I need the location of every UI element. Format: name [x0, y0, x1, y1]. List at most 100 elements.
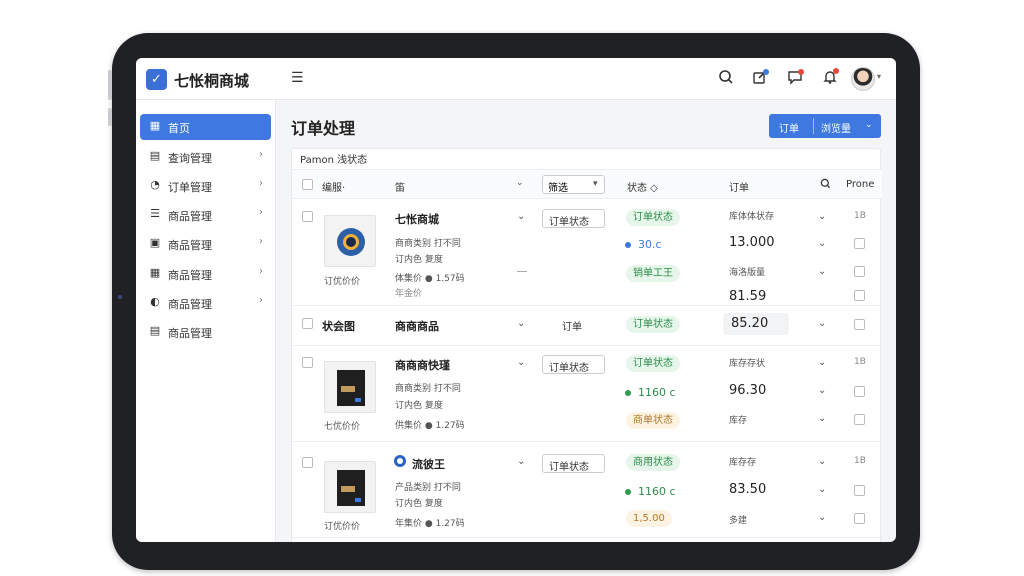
- sidebar-item-label: 商品管理: [168, 239, 212, 252]
- row-checkbox[interactable]: [854, 513, 865, 524]
- power-icon: ◐: [150, 295, 160, 308]
- chevron-down-icon[interactable]: ⌄: [517, 357, 525, 368]
- row-checkbox[interactable]: [854, 414, 865, 425]
- sidebar-item-query[interactable]: ▤ 查询管理 ›: [140, 144, 271, 170]
- bell-badge: [833, 68, 839, 74]
- chevron-down-icon[interactable]: ⌄: [818, 211, 826, 222]
- chevron-down-icon[interactable]: ⌄: [517, 456, 525, 467]
- product-thumbnail[interactable]: [324, 361, 376, 413]
- chevron-down-icon[interactable]: ⌄: [865, 120, 873, 130]
- status-badge: 订单状态: [626, 355, 680, 372]
- document-icon: ▤: [149, 324, 161, 337]
- select-all-checkbox[interactable]: [302, 179, 313, 190]
- order-status-dropdown[interactable]: 订单状态: [542, 209, 605, 228]
- product-name[interactable]: 流彼王: [412, 456, 445, 472]
- avatar-chevron-down-icon[interactable]: ▾: [877, 72, 881, 81]
- chevron-down-icon[interactable]: ⌄: [818, 456, 826, 467]
- thumbnail-caption: 订优价价: [324, 277, 361, 287]
- status-badge: 1,5.00: [626, 510, 672, 527]
- product-meta: 供集价 ● 1.27码: [395, 421, 465, 431]
- status-value: 1160 c: [638, 485, 676, 498]
- stock-label: 库体体状存: [729, 212, 775, 222]
- product-meta: 体集价 ● 1.57码: [395, 274, 465, 284]
- order-status-dropdown[interactable]: 订单状态: [542, 355, 605, 374]
- product-desc: 产品类别 打不同: [395, 483, 461, 493]
- phone-column-header[interactable]: Prone: [846, 179, 874, 190]
- top-header: ✓ 七怅桐商城 ☰ ▾: [136, 58, 896, 100]
- status-column-header[interactable]: 状态 ◇: [627, 179, 658, 194]
- chevron-down-icon[interactable]: ⌄: [818, 512, 826, 523]
- status-dot: [625, 390, 631, 396]
- row-checkbox[interactable]: [854, 238, 865, 249]
- chevron-down-icon[interactable]: ⌄: [818, 484, 826, 495]
- chevron-down-icon[interactable]: ⌄: [818, 385, 826, 396]
- sidebar-item-products-4[interactable]: ◐ 商品管理 ›: [140, 290, 271, 316]
- status-badge: 订单状态: [626, 316, 680, 333]
- chevron-right-icon: ›: [259, 207, 263, 218]
- grid-icon: ▤: [149, 149, 161, 162]
- product-name[interactable]: 七怅商城: [395, 211, 439, 227]
- orders-table: Pamon 浅状态 编服· 笛 ⌄ 筛选 ▾ 状态 ◇ 订单 Prone 订优价…: [291, 148, 882, 542]
- page-title: 订单处理: [291, 119, 356, 138]
- stock-label: 海洛版量: [729, 268, 766, 278]
- clock-icon: ◔: [150, 178, 160, 191]
- user-avatar[interactable]: [851, 67, 875, 91]
- order-amount: 96.30: [729, 383, 767, 398]
- column-header[interactable]: 编服·: [322, 179, 345, 194]
- search-icon[interactable]: [717, 69, 735, 87]
- row-checkbox[interactable]: [854, 319, 865, 330]
- chevron-down-icon[interactable]: ⌄: [516, 178, 524, 188]
- row-checkbox[interactable]: [302, 318, 313, 329]
- order-column-header[interactable]: 订单: [729, 179, 749, 194]
- row-checkbox[interactable]: [302, 357, 313, 368]
- sidebar: ▦ 首页 ▤ 查询管理 › ◔ 订单管理 › ☰ 商品管理 › ▣ 商品管理 ›…: [136, 100, 276, 542]
- chevron-down-icon: ▾: [593, 179, 598, 189]
- message-badge: [798, 69, 804, 75]
- chevron-right-icon: ›: [259, 178, 263, 189]
- row-checkbox[interactable]: [302, 457, 313, 468]
- dropdown-value: 订单状态: [549, 217, 589, 228]
- row-divider: [292, 441, 882, 442]
- thumbnail-caption: 订优价价: [324, 522, 361, 532]
- chevron-down-icon[interactable]: ⌄: [818, 318, 826, 329]
- sidebar-item-home[interactable]: ▦ 首页: [140, 114, 271, 140]
- sidebar-item-products-1[interactable]: ☰ 商品管理 ›: [140, 202, 271, 228]
- sidebar-item-products-2[interactable]: ▣ 商品管理 ›: [140, 231, 271, 257]
- sidebar-item-label: 商品管理: [168, 327, 212, 340]
- sidebar-item-orders[interactable]: ◔ 订单管理 ›: [140, 173, 271, 199]
- row-checkbox[interactable]: [302, 211, 313, 222]
- order-view-button[interactable]: 订单 浏览量 ⌄: [769, 114, 881, 138]
- sidebar-item-products-3[interactable]: ▦ 商品管理 ›: [140, 261, 271, 287]
- menu-icon[interactable]: ☰: [291, 71, 305, 85]
- row-checkbox[interactable]: [854, 290, 865, 301]
- column-header[interactable]: 笛: [395, 179, 405, 194]
- order-status-dropdown[interactable]: 订单状态: [542, 454, 605, 473]
- chevron-down-icon[interactable]: ⌄: [818, 357, 826, 368]
- filter-select-value: 筛选: [548, 183, 568, 194]
- row-checkbox[interactable]: [854, 485, 865, 496]
- button-divider: [813, 118, 814, 134]
- chevron-down-icon[interactable]: ⌄: [818, 266, 826, 277]
- sidebar-item-label: 首页: [168, 122, 190, 135]
- row-divider: [292, 345, 882, 346]
- chevron-down-icon[interactable]: ⌄: [818, 238, 826, 249]
- order-amount: 13.000: [729, 235, 775, 250]
- row-checkbox[interactable]: [854, 266, 865, 277]
- product-thumbnail[interactable]: [324, 461, 376, 513]
- order-button-label: 订单: [779, 124, 799, 135]
- chevron-down-icon[interactable]: ⌄: [517, 318, 525, 329]
- product-name[interactable]: 商商商快瑾: [395, 357, 450, 373]
- sidebar-item-label: 商品管理: [168, 298, 212, 311]
- product-thumbnail[interactable]: [324, 215, 376, 267]
- sidebar-item-products-5[interactable]: ▤ 商品管理: [140, 319, 271, 345]
- chevron-down-icon[interactable]: ⌄: [818, 413, 826, 424]
- row-checkbox[interactable]: [854, 386, 865, 397]
- amount-value: 85.20: [731, 316, 769, 331]
- chevron-right-icon: ›: [259, 236, 263, 247]
- amount-field[interactable]: 85.20: [723, 313, 789, 335]
- chevron-down-icon[interactable]: ⌄: [517, 211, 525, 222]
- status-dot: [625, 242, 631, 248]
- filter-select[interactable]: 筛选 ▾: [542, 175, 605, 194]
- search-icon[interactable]: [820, 178, 831, 192]
- views-button-label: 浏览量: [821, 124, 851, 135]
